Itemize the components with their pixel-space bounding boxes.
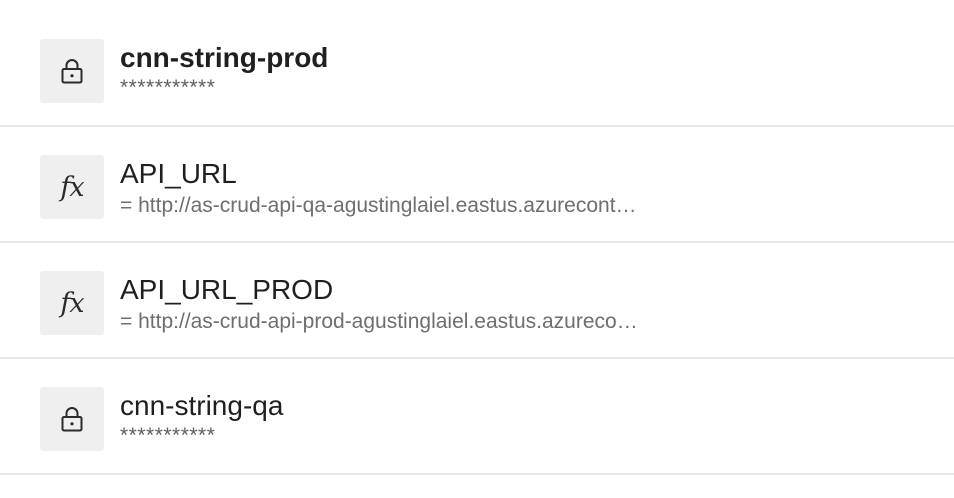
variable-row-cnn-string-prod[interactable]: cnn-string-prod *********** <box>0 11 954 127</box>
variable-row-api-url-prod[interactable]: fx API_URL_PROD = http://as-crud-api-pro… <box>0 243 954 359</box>
variable-name: cnn-string-prod <box>120 42 329 73</box>
function-icon-glyph: fx <box>60 287 84 319</box>
variable-list: cnn-string-prod *********** fx API_URL =… <box>0 0 954 498</box>
variable-value: = http://as-crud-api-qa-agustinglaiel.ea… <box>120 194 637 217</box>
variable-name: cnn-string-qa <box>120 390 284 421</box>
function-icon: fx <box>40 271 104 335</box>
function-icon: fx <box>40 155 104 219</box>
lock-icon <box>40 39 104 103</box>
variable-value-masked: *********** <box>120 424 216 447</box>
function-icon-glyph: fx <box>60 171 84 203</box>
variable-name: API_URL_PROD <box>120 274 334 305</box>
lock-icon <box>40 387 104 451</box>
variable-value: = http://as-crud-api-prod-agustinglaiel.… <box>120 310 638 333</box>
variable-row-api-url[interactable]: fx API_URL = http://as-crud-api-qa-agust… <box>0 127 954 243</box>
variable-name: API_URL <box>120 158 237 189</box>
variable-value-masked: *********** <box>120 76 216 99</box>
variable-row-cnn-string-qa[interactable]: cnn-string-qa *********** <box>0 359 954 475</box>
